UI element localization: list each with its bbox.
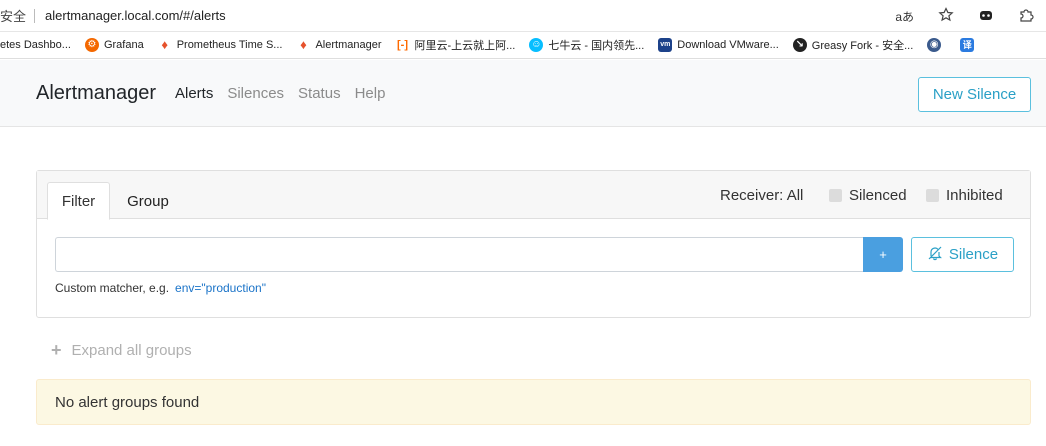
bookmark-qiniu[interactable]: ☺ 七牛云 - 国内领先... <box>529 37 644 53</box>
aliyun-icon: [-] <box>397 39 408 51</box>
bookmark-aliyun[interactable]: [-] 阿里云-上云就上阿... <box>396 37 516 53</box>
url-field[interactable]: alertmanager.local.com/#/alerts <box>45 8 226 23</box>
checkbox-box[interactable] <box>926 189 939 202</box>
silence-label: Silence <box>948 246 999 263</box>
silence-button[interactable]: Silence <box>911 237 1014 272</box>
brand-title[interactable]: Alertmanager <box>36 82 156 105</box>
app-navbar: Alertmanager Alerts Silences Status Help… <box>0 60 1046 127</box>
receiver-selector[interactable]: Receiver: All <box>720 187 803 204</box>
bookmarks-bar: etes Dashbo... ⚙ Grafana ♦ Prometheus Ti… <box>0 32 1046 59</box>
greasyfork-icon: ↘ <box>792 38 807 52</box>
empty-message-text: No alert groups found <box>55 393 200 411</box>
filter-card-header: Filter Group Receiver: All Silenced Inhi… <box>37 171 1030 220</box>
tab-filter[interactable]: Filter <box>47 182 110 220</box>
address-separator <box>34 8 36 23</box>
expand-all-groups-button[interactable]: + Expand all groups <box>51 340 192 361</box>
grafana-icon: ⚙ <box>84 38 99 52</box>
inhibited-label: Inhibited <box>946 187 1003 204</box>
nav-links: Alerts Silences Status Help <box>175 85 385 102</box>
bookmark-label: Grafana <box>103 39 144 51</box>
matcher-hint: Custom matcher, e.g. env="production" <box>55 281 266 295</box>
matcher-input[interactable] <box>55 237 863 272</box>
bookmark-label: Download VMware... <box>677 39 779 51</box>
bookmark-alertmanager[interactable]: ♦ Alertmanager <box>296 38 381 52</box>
tab-group[interactable]: Group <box>115 182 181 220</box>
translate-icon: 译 <box>960 38 975 52</box>
nav-help[interactable]: Help <box>355 85 386 102</box>
bookmark-vmware[interactable]: vm Download VMware... <box>658 38 779 52</box>
browser-toolbar-icons: aあ <box>895 0 1034 32</box>
bookmark-label: etes Dashbo... <box>0 39 71 51</box>
new-silence-button[interactable]: New Silence <box>918 77 1031 112</box>
filter-card: Filter Group Receiver: All Silenced Inhi… <box>36 170 1031 318</box>
nav-status[interactable]: Status <box>298 85 341 102</box>
prometheus-icon: ♦ <box>161 37 168 52</box>
bookmark-label: 七牛云 - 国内领先... <box>548 40 645 52</box>
bookmark-label: Alertmanager <box>315 39 382 51</box>
bookmark-label: Prometheus Time S... <box>176 39 283 51</box>
favorite-icon[interactable] <box>938 6 954 26</box>
extension-icon[interactable] <box>978 7 994 26</box>
nav-alerts[interactable]: Alerts <box>175 85 213 102</box>
read-aloud-icon[interactable]: aあ <box>895 8 914 25</box>
bookmark-label: Greasy Fork - 安全... <box>811 40 914 52</box>
checkbox-box[interactable] <box>829 189 842 202</box>
add-matcher-button[interactable]: + <box>863 237 903 272</box>
bookmark-grafana[interactable]: ⚙ Grafana <box>84 38 144 52</box>
bookmark-prometheus[interactable]: ♦ Prometheus Time S... <box>158 37 283 52</box>
hint-example: env="production" <box>175 281 266 295</box>
globe-icon: ◉ <box>927 38 942 52</box>
bell-slash-icon <box>927 245 943 265</box>
plus-icon: + <box>51 340 62 360</box>
prometheus-icon: ♦ <box>300 37 307 52</box>
bookmark-translate[interactable]: 译 <box>960 38 979 52</box>
bookmark-kubernetes[interactable]: etes Dashbo... <box>0 39 71 51</box>
puzzle-icon[interactable] <box>1018 7 1034 26</box>
bookmark-globe[interactable]: ◉ <box>927 38 946 52</box>
silenced-label: Silenced <box>849 187 907 204</box>
no-alert-groups-message: No alert groups found <box>36 379 1031 425</box>
security-label[interactable]: 安全 <box>0 6 34 25</box>
inhibited-checkbox[interactable]: Inhibited <box>926 187 1003 204</box>
silenced-checkbox[interactable]: Silenced <box>829 187 907 204</box>
qiniu-icon: ☺ <box>529 38 544 52</box>
vmware-icon: vm <box>658 38 673 52</box>
bookmark-label: 阿里云-上云就上阿... <box>414 40 516 52</box>
expand-label: Expand all groups <box>71 342 192 359</box>
nav-silences[interactable]: Silences <box>227 85 284 102</box>
hint-text: Custom matcher, e.g. <box>55 281 170 295</box>
bookmark-greasyfork[interactable]: ↘ Greasy Fork - 安全... <box>792 37 914 53</box>
browser-address-bar: 安全 alertmanager.local.com/#/alerts aあ <box>0 0 1046 32</box>
